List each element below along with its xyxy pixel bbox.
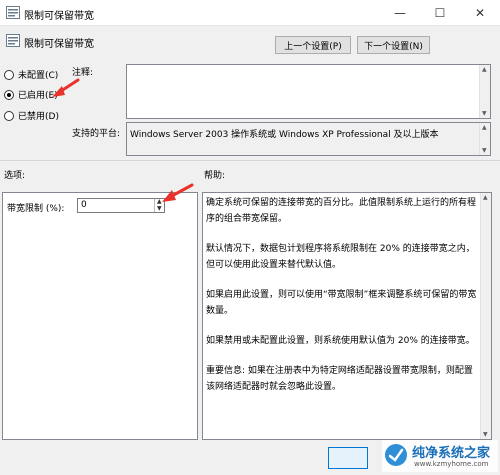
watermark-url: www.kzmyhome.com [414, 460, 489, 468]
minimize-button[interactable]: — [380, 0, 420, 26]
radio-circle[interactable] [4, 89, 14, 100]
comment-label: 注释: [72, 68, 94, 78]
help-paragraph: 重要信息: 如果在注册表中为特定网络适配器设置带宽限制，则配置该网络适配器时就会… [206, 366, 473, 392]
watermark: 纯净系统之家 www.kzmyhome.com [382, 440, 498, 472]
annotation-arrow [162, 183, 194, 202]
radio-circle[interactable] [4, 110, 14, 121]
scroll-down-icon[interactable]: ▼ [482, 147, 487, 154]
options-panel: 带宽限制 (%): 0 ▲ ▼ [2, 192, 198, 440]
help-paragraph: 确定系统可保留的连接带宽的百分比。此值限制系统上运行的所有程序的组合带宽保留。 [206, 198, 477, 224]
radio-circle[interactable] [4, 69, 14, 80]
platform-label: 支持的平台: [72, 129, 121, 139]
minimize-icon: — [394, 6, 406, 20]
policy-icon [6, 34, 20, 47]
help-paragraph: 如果禁用或未配置此设置，则系统使用默认值为 20% 的连接带宽。 [206, 336, 475, 346]
help-text: 确定系统可保留的连接带宽的百分比。此值限制系统上运行的所有程序的组合带宽保留。 … [206, 195, 478, 409]
maximize-button[interactable]: ☐ [420, 0, 460, 26]
bandwidth-spinbox[interactable]: 0 ▲ ▼ [77, 198, 165, 213]
scroll-up-icon[interactable]: ▲ [482, 66, 487, 73]
spin-down-icon[interactable]: ▼ [157, 205, 162, 212]
platform-box: Windows Server 2003 操作系统或 Windows XP Pro… [126, 122, 491, 156]
help-paragraph: 默认情况下，数据包计划程序将系统限制在 20% 的连接带宽之内，但可以使用此设置… [206, 244, 475, 270]
scroll-up-icon[interactable]: ▲ [482, 124, 487, 131]
comment-textarea[interactable]: ▲ ▼ [126, 64, 491, 119]
previous-setting-button[interactable]: 上一个设置(P) [275, 36, 351, 54]
next-setting-button[interactable]: 下一个设置(N) [357, 36, 430, 54]
help-scrollbar[interactable]: ▲ ▼ [480, 193, 491, 439]
platform-scrollbar[interactable]: ▲ ▼ [479, 123, 490, 155]
scroll-down-icon[interactable]: ▼ [482, 110, 487, 117]
policy-icon [6, 6, 20, 19]
bandwidth-limit-label: 带宽限制 (%): [7, 204, 65, 214]
watermark-name: 纯净系统之家 [412, 446, 491, 461]
watermark-logo-icon [385, 444, 407, 466]
ok-button[interactable] [328, 447, 368, 469]
maximize-icon: ☐ [434, 6, 446, 20]
help-paragraph: 如果启用此设置，则可以使用“带宽限制”框来调整系统可保留的带宽数量。 [206, 290, 477, 316]
options-label: 选项: [4, 171, 26, 181]
bandwidth-value[interactable]: 0 [81, 200, 87, 210]
scroll-up-icon[interactable]: ▲ [483, 194, 488, 201]
platform-value: Windows Server 2003 操作系统或 Windows XP Pro… [130, 130, 439, 140]
title-bar: 限制可保留带宽 — ☐ ✕ [0, 0, 500, 26]
close-button[interactable]: ✕ [460, 0, 500, 26]
radio-disabled[interactable]: 已禁用(D) [4, 109, 59, 122]
close-icon: ✕ [474, 6, 486, 20]
radio-label: 已禁用(D) [18, 112, 59, 122]
comment-scrollbar[interactable]: ▲ ▼ [479, 65, 490, 118]
policy-title: 限制可保留带宽 [24, 39, 94, 50]
scroll-down-icon[interactable]: ▼ [483, 431, 488, 438]
help-panel: 确定系统可保留的连接带宽的百分比。此值限制系统上运行的所有程序的组合带宽保留。 … [202, 192, 492, 440]
help-label: 帮助: [204, 171, 226, 181]
section-divider [0, 160, 500, 161]
annotation-arrow [52, 78, 80, 97]
window-title: 限制可保留带宽 [24, 11, 94, 22]
